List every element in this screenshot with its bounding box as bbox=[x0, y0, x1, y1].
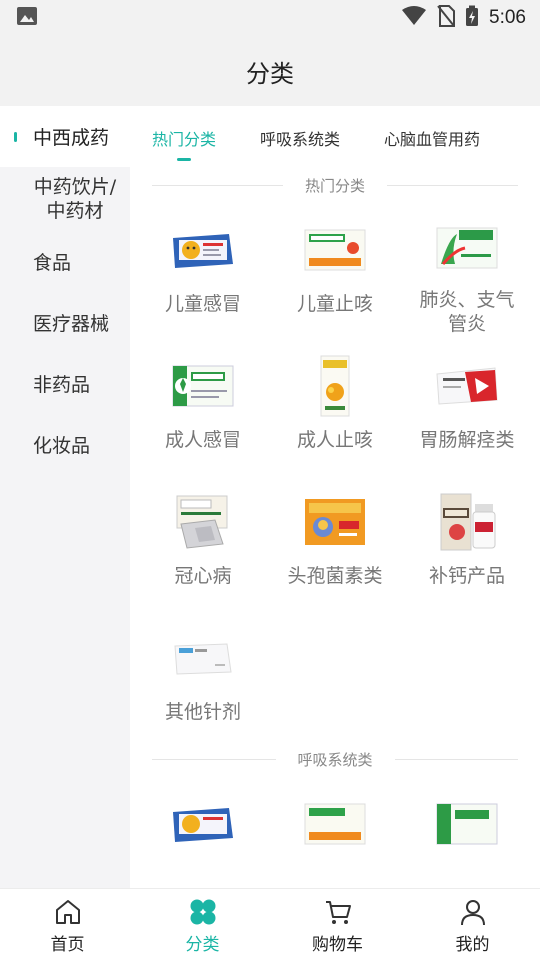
kids-cold-medicine-box-icon bbox=[171, 218, 235, 282]
category-grid: 儿童感冒 儿童止咳 肺炎、支气 管炎 成人感冒 成人止咳 胃肠解痉类 冠心病 头… bbox=[130, 200, 540, 744]
gallery-notification-icon bbox=[16, 6, 38, 30]
section-title: 呼吸系统类 bbox=[297, 750, 373, 769]
adult-cold-medicine-box-icon bbox=[171, 354, 235, 418]
injection-box-icon bbox=[171, 626, 235, 690]
category-item-coronary-heart[interactable]: 冠心病 bbox=[137, 472, 269, 608]
active-marker bbox=[14, 132, 17, 142]
category-label-line2: 管炎 bbox=[447, 313, 486, 335]
divider-line bbox=[394, 758, 519, 760]
tab-label: 心脑血管用药 bbox=[384, 130, 481, 149]
tabbar-label: 我的 bbox=[455, 935, 490, 955]
section-title: 热门分类 bbox=[305, 176, 366, 195]
sidebar-item-label-line1: 中药饮片/ bbox=[33, 176, 117, 198]
category-label: 儿童止咳 bbox=[296, 293, 373, 315]
category-item[interactable] bbox=[269, 774, 401, 888]
category-sidebar: 中西成药 中药饮片/ 中药材 食品 医疗器械 非药品 化妆品 bbox=[0, 106, 130, 888]
battery-charging-icon bbox=[465, 5, 479, 31]
home-icon bbox=[52, 896, 84, 928]
bottom-tab-bar: 首页 分类 购物车 我的 bbox=[0, 888, 540, 960]
no-sim-icon bbox=[437, 5, 456, 31]
category-label: 肺炎、支气 管炎 bbox=[407, 288, 527, 336]
category-label: 补钙产品 bbox=[428, 565, 505, 587]
sidebar-item-label: 食品 bbox=[33, 252, 72, 274]
tab-cardiovascular[interactable]: 心脑血管用药 bbox=[384, 106, 480, 170]
sidebar-item-western-medicine[interactable]: 中西成药 bbox=[0, 106, 130, 167]
category-item-gi-antispasmodic[interactable]: 胃肠解痉类 bbox=[401, 336, 533, 472]
tab-respiratory[interactable]: 呼吸系统类 bbox=[260, 106, 340, 170]
category-content: 热门分类 呼吸系统类 心脑血管用药 热门分类 儿童感冒 儿童止咳 肺炎、支气 管… bbox=[130, 106, 540, 888]
wifi-icon bbox=[401, 6, 427, 30]
sidebar-item-chinese-herbs[interactable]: 中药饮片/ 中药材 bbox=[0, 167, 130, 231]
divider-line bbox=[387, 184, 519, 186]
kids-cough-medicine-box-icon bbox=[303, 792, 367, 856]
adult-cold-medicine-box-icon bbox=[435, 792, 499, 856]
category-label: 冠心病 bbox=[174, 565, 232, 587]
tabbar-home[interactable]: 首页 bbox=[0, 889, 135, 960]
category-item-calcium[interactable]: 补钙产品 bbox=[401, 472, 533, 608]
category-label-line1: 肺炎、支气 bbox=[419, 289, 515, 311]
sidebar-item-food[interactable]: 食品 bbox=[0, 231, 130, 292]
tabbar-label: 购物车 bbox=[312, 935, 363, 955]
category-item-adult-cough[interactable]: 成人止咳 bbox=[269, 336, 401, 472]
sidebar-item-label: 中西成药 bbox=[33, 127, 110, 149]
cough-syrup-bottle-icon bbox=[303, 354, 367, 418]
cart-icon bbox=[322, 896, 354, 928]
sidebar-item-label-line2: 中药材 bbox=[46, 200, 104, 222]
category-label: 成人止咳 bbox=[296, 429, 373, 451]
profile-icon bbox=[457, 896, 489, 928]
sidebar-item-label: 非药品 bbox=[33, 374, 91, 396]
subcategory-tabs: 热门分类 呼吸系统类 心脑血管用药 bbox=[130, 106, 540, 170]
page-header: 分类 bbox=[0, 36, 540, 106]
section-header-hot: 热门分类 bbox=[130, 170, 540, 200]
kids-cold-medicine-box-icon bbox=[171, 792, 235, 856]
tab-label: 热门分类 bbox=[152, 130, 217, 149]
tab-active-indicator bbox=[177, 158, 191, 161]
tabbar-profile[interactable]: 我的 bbox=[405, 889, 540, 960]
category-item-kids-cold[interactable]: 儿童感冒 bbox=[137, 200, 269, 336]
tab-label: 呼吸系统类 bbox=[260, 130, 341, 149]
tab-hot-categories[interactable]: 热门分类 bbox=[152, 106, 216, 170]
category-item-adult-cold[interactable]: 成人感冒 bbox=[137, 336, 269, 472]
category-label: 其他针剂 bbox=[164, 701, 241, 723]
sidebar-item-medical-devices[interactable]: 医疗器械 bbox=[0, 292, 130, 353]
divider-line bbox=[152, 184, 283, 186]
category-label: 儿童感冒 bbox=[164, 293, 241, 315]
category-icon bbox=[187, 896, 219, 928]
category-item-cephalosporin[interactable]: 头孢菌素类 bbox=[269, 472, 401, 608]
calcium-bottles-icon bbox=[435, 490, 499, 554]
tabbar-category[interactable]: 分类 bbox=[135, 889, 270, 960]
category-item[interactable] bbox=[137, 774, 269, 888]
stomach-medicine-box-icon bbox=[435, 354, 499, 418]
tabbar-label: 首页 bbox=[50, 935, 85, 955]
kids-cough-medicine-box-icon bbox=[303, 218, 367, 282]
sidebar-item-label: 化妆品 bbox=[33, 435, 91, 457]
heart-granules-pack-icon bbox=[171, 490, 235, 554]
sidebar-item-non-drug[interactable]: 非药品 bbox=[0, 353, 130, 414]
lung-medicine-box-icon bbox=[435, 218, 499, 278]
section-header-respiratory: 呼吸系统类 bbox=[130, 744, 540, 774]
category-item-kids-cough[interactable]: 儿童止咳 bbox=[269, 200, 401, 336]
tabbar-cart[interactable]: 购物车 bbox=[270, 889, 405, 960]
category-item[interactable] bbox=[401, 774, 533, 888]
sidebar-item-label: 医疗器械 bbox=[33, 313, 110, 335]
cephalosporin-box-icon bbox=[303, 490, 367, 554]
category-label: 成人感冒 bbox=[164, 429, 241, 451]
status-time: 5:06 bbox=[489, 7, 526, 28]
sidebar-item-cosmetics[interactable]: 化妆品 bbox=[0, 414, 130, 475]
category-label: 胃肠解痉类 bbox=[419, 429, 515, 451]
category-item-other-injections[interactable]: 其他针剂 bbox=[137, 608, 269, 744]
category-grid-respiratory bbox=[130, 774, 540, 888]
category-item-pneumonia-bronchitis[interactable]: 肺炎、支气 管炎 bbox=[401, 200, 533, 336]
page-title: 分类 bbox=[246, 59, 294, 88]
divider-line bbox=[152, 758, 276, 760]
tabbar-label: 分类 bbox=[185, 935, 220, 955]
category-label: 头孢菌素类 bbox=[287, 565, 383, 587]
status-bar: 5:06 bbox=[0, 0, 540, 36]
